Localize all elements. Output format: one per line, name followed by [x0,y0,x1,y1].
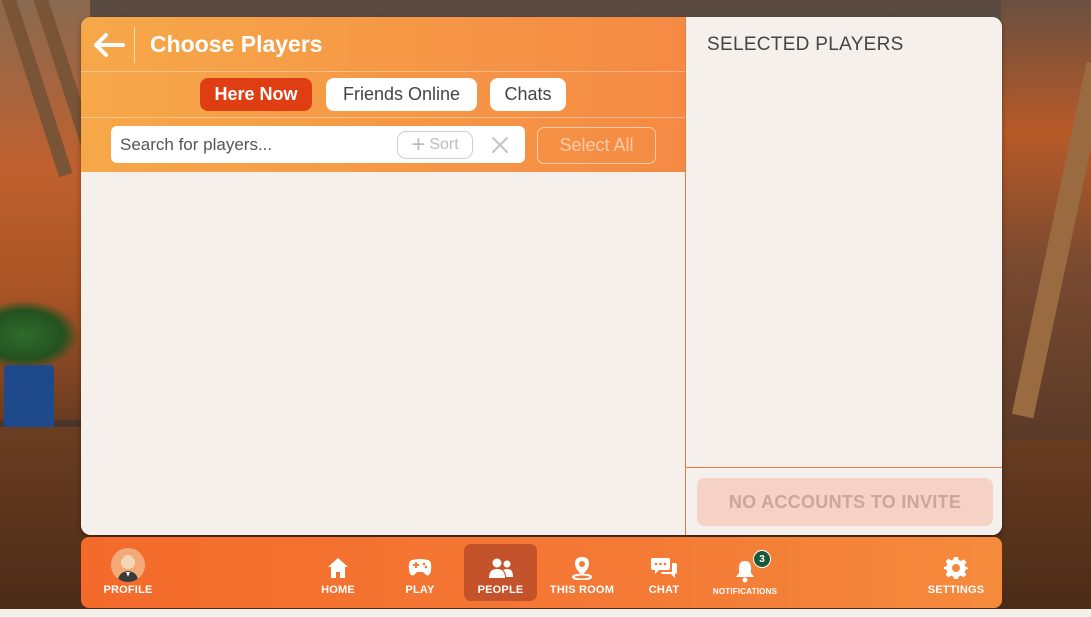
tab-friends-online[interactable]: Friends Online [326,78,477,111]
selected-players-title: SELECTED PLAYERS [707,34,904,55]
title-divider [134,27,135,63]
nav-play[interactable]: PLAY [395,544,445,601]
tab-here-now[interactable]: Here Now [200,78,312,111]
nav-home[interactable]: HOME [313,544,363,601]
nav-settings-label: SETTINGS [927,584,985,596]
invite-button[interactable]: NO ACCOUNTS TO INVITE [697,478,993,526]
nav-this-room[interactable]: THIS ROOM [547,544,617,601]
clear-search-button[interactable] [487,132,513,158]
page-title: Choose Players [150,31,323,57]
gamepad-icon [407,556,433,580]
close-icon [492,137,508,153]
sort-button[interactable]: + Sort [397,131,473,159]
avatar [111,548,145,582]
bottom-nav: PROFILE HOME PLAY PEOPLE THIS ROOM CHAT … [81,537,1002,608]
back-button[interactable] [91,27,127,63]
gear-icon [943,556,969,580]
search-box: + Sort [111,126,525,163]
tab-chats[interactable]: Chats [490,78,566,111]
nav-people-label: PEOPLE [477,584,524,596]
selected-players-pane: SELECTED PLAYERS NO ACCOUNTS TO INVITE [685,17,1002,535]
plus-icon: + [411,131,426,158]
choose-players-panel: Choose Players Here Now Friends Online C… [81,17,1002,535]
home-icon [325,556,351,580]
selected-players-list [686,72,1002,467]
divider [686,467,1002,468]
back-arrow-icon [94,33,125,57]
nav-this-room-label: THIS ROOM [549,584,615,596]
nav-settings[interactable]: SETTINGS [923,544,989,601]
panel-header: Choose Players Here Now Friends Online C… [81,17,685,172]
nav-chat[interactable]: CHAT [639,544,689,601]
search-row: + Sort Select All [81,118,685,172]
notification-count-badge: 3 [753,550,771,568]
nav-profile-label: PROFILE [103,584,153,596]
nav-notifications-label: NOTIFICATIONS [712,587,778,596]
chat-icon [651,556,677,580]
nav-notifications[interactable]: 3 NOTIFICATIONS [707,544,783,601]
search-input[interactable] [120,126,390,163]
nav-play-label: PLAY [405,584,435,596]
player-list [81,172,685,535]
tabs-row: Here Now Friends Online Chats [81,72,685,118]
nav-profile[interactable]: PROFILE [95,544,161,601]
people-icon [488,556,514,580]
location-pin-icon [569,556,595,580]
nav-home-label: HOME [321,584,355,596]
players-pane: Choose Players Here Now Friends Online C… [81,17,685,535]
nav-people[interactable]: PEOPLE [464,544,537,601]
nav-chat-label: CHAT [648,584,680,596]
title-row: Choose Players [81,17,685,72]
select-all-button[interactable]: Select All [537,127,656,164]
sort-label: Sort [429,136,459,153]
